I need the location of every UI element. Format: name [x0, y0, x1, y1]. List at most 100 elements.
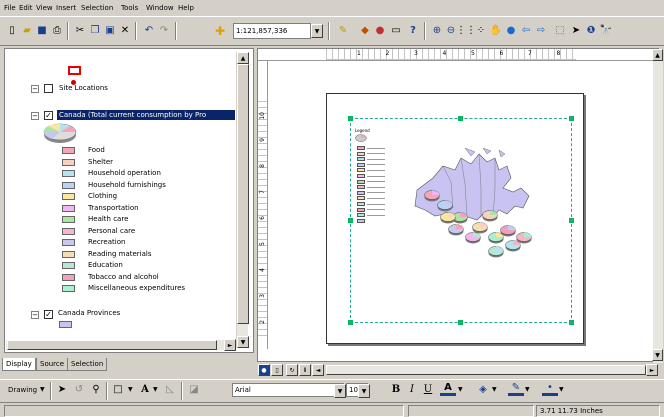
drawing-menu[interactable]: Drawing [8, 386, 37, 394]
pause-icon[interactable]: Ⅱ [299, 364, 311, 376]
select-elements-icon[interactable]: ➤ [54, 382, 70, 398]
layer-site-locations[interactable]: Site Locations [59, 84, 108, 92]
line-color-dropdown-icon[interactable]: ▼ [525, 386, 530, 393]
pan-icon[interactable]: ✋ [488, 23, 504, 39]
command-line-icon[interactable]: ▭ [388, 23, 404, 39]
italic-button[interactable]: I [404, 382, 420, 398]
scroll-up-icon[interactable]: ▲ [237, 52, 249, 64]
menu-tools[interactable]: Tools [121, 4, 138, 12]
data-view-icon[interactable]: ● [258, 364, 270, 376]
fixed-zoom-out-icon[interactable]: ⁘ [473, 23, 489, 39]
font-color-dropdown-icon[interactable]: ▼ [458, 386, 463, 393]
resize-handle[interactable] [348, 218, 353, 223]
underline-button[interactable]: U [420, 382, 436, 398]
layer-checkbox[interactable]: ✓ [44, 111, 53, 120]
expand-toggle-icon[interactable]: − [31, 85, 39, 93]
marker-color-dropdown-icon[interactable]: ▼ [559, 386, 564, 393]
tab-source[interactable]: Source [36, 358, 69, 371]
resize-handle[interactable] [348, 320, 353, 325]
drawing-dropdown-icon[interactable]: ▼ [40, 386, 45, 393]
legend-swatch [62, 239, 75, 246]
tab-display[interactable]: Display [2, 358, 36, 371]
line-color-icon[interactable]: ✎ [508, 382, 524, 396]
resize-handle[interactable] [458, 116, 463, 121]
identify-icon[interactable]: ❶ [583, 23, 599, 39]
menu-help[interactable]: Help [178, 4, 194, 12]
cut-icon[interactable]: ✂ [72, 23, 88, 39]
refresh-icon[interactable]: ↻ [286, 364, 298, 376]
fill-color-icon[interactable]: ◈ [475, 382, 491, 398]
marker-color-icon[interactable]: • [542, 382, 558, 396]
rectangle-icon[interactable]: □ [110, 382, 126, 398]
menu-insert[interactable]: Insert [56, 4, 76, 12]
find-icon[interactable]: 🔭 [598, 23, 614, 39]
layer-canada-consumption[interactable]: Canada (Total current consumption by Pro [57, 110, 235, 120]
redo-icon[interactable]: ↷ [156, 23, 172, 39]
expand-toggle-icon[interactable]: − [31, 311, 39, 319]
zoom-to-selected-icon[interactable]: ⚲ [88, 382, 104, 398]
text-dropdown-icon[interactable]: ▼ [153, 386, 158, 393]
edit-vertices-icon[interactable]: ◺ [162, 382, 178, 398]
layer-checkbox[interactable]: ✓ [44, 310, 53, 319]
open-icon[interactable]: ▰ [19, 23, 35, 39]
menu-window[interactable]: Window [146, 4, 174, 12]
font-color-icon[interactable]: A [440, 382, 456, 396]
fixed-zoom-in-icon[interactable]: ⋮⋮ [456, 23, 476, 39]
toc-horizontal-scrollbar[interactable]: ► [6, 339, 236, 351]
menu-view[interactable]: View [36, 4, 53, 12]
full-extent-icon[interactable]: ● [503, 23, 519, 39]
font-name-select[interactable]: Arial [232, 383, 344, 397]
scroll-thumb[interactable] [237, 64, 249, 324]
rectangle-dropdown-icon[interactable]: ▼ [128, 386, 133, 393]
scroll-down-icon[interactable]: ▼ [237, 336, 249, 348]
scroll-thumb[interactable] [7, 340, 217, 350]
select-features-icon[interactable]: ⬚ [552, 23, 568, 39]
save-icon[interactable]: ■ [34, 23, 50, 39]
paste-icon[interactable]: ▣ [102, 23, 118, 39]
size-dropdown-icon[interactable]: ▼ [358, 384, 370, 398]
layout-view-icon[interactable]: ▯ [271, 364, 283, 376]
menu-selection[interactable]: Selection [81, 4, 113, 12]
scroll-track[interactable] [326, 365, 646, 375]
fill-color-dropdown-icon[interactable]: ▼ [492, 386, 497, 393]
editor-icon[interactable]: ✎ [335, 23, 351, 39]
resize-handle[interactable] [569, 320, 574, 325]
undo-icon[interactable]: ↶ [141, 23, 157, 39]
map-scale-input[interactable]: 1:121,857,336 [233, 23, 311, 39]
layer-checkbox[interactable] [44, 84, 53, 93]
menu-file[interactable]: File [4, 4, 16, 12]
delete-icon[interactable]: ✕ [117, 23, 133, 39]
scroll-right-icon[interactable]: ► [224, 339, 236, 351]
toc-vertical-scrollbar[interactable]: ▲ ▼ [236, 52, 249, 348]
copy-icon[interactable]: ❐ [87, 23, 103, 39]
expand-toggle-icon[interactable]: − [31, 112, 39, 120]
layer-canada-provinces[interactable]: Canada Provinces [58, 309, 120, 317]
layout-horizontal-scrollbar[interactable]: ● ▯ ↻ Ⅱ ◄ ► [258, 364, 658, 376]
scroll-right-icon[interactable]: ► [646, 364, 658, 376]
scroll-left-icon[interactable]: ◄ [312, 364, 324, 376]
font-dropdown-icon[interactable]: ▼ [334, 384, 346, 398]
new-icon[interactable]: ▯ [4, 23, 20, 39]
add-data-icon[interactable]: ✚ [212, 23, 228, 39]
new-text-icon[interactable]: A [137, 382, 153, 398]
layout-vertical-scrollbar[interactable]: ▲ ▼ [652, 49, 663, 363]
rotate-icon[interactable]: ↺ [71, 382, 87, 398]
catalog-icon[interactable]: ◆ [357, 23, 373, 39]
print-icon[interactable]: ⎙ [49, 23, 65, 39]
resize-handle[interactable] [569, 116, 574, 121]
back-extent-icon[interactable]: ⇦ [518, 23, 534, 39]
resize-handle[interactable] [569, 218, 574, 223]
tab-selection[interactable]: Selection [67, 358, 108, 371]
bold-button[interactable]: B [388, 382, 404, 398]
forward-extent-icon[interactable]: ⇨ [533, 23, 549, 39]
toolbox-icon[interactable]: ● [372, 23, 388, 39]
select-elements-icon[interactable]: ➤ [568, 23, 584, 39]
menu-edit[interactable]: Edit [19, 4, 33, 12]
whats-this-icon[interactable]: ? [405, 23, 421, 39]
scroll-up-icon[interactable]: ▲ [652, 49, 663, 61]
resize-handle[interactable] [348, 116, 353, 121]
scroll-down-icon[interactable]: ▼ [652, 349, 663, 361]
map-pie-chart [516, 232, 532, 244]
scale-dropdown-icon[interactable]: ▼ [311, 24, 323, 38]
resize-handle[interactable] [458, 320, 463, 325]
